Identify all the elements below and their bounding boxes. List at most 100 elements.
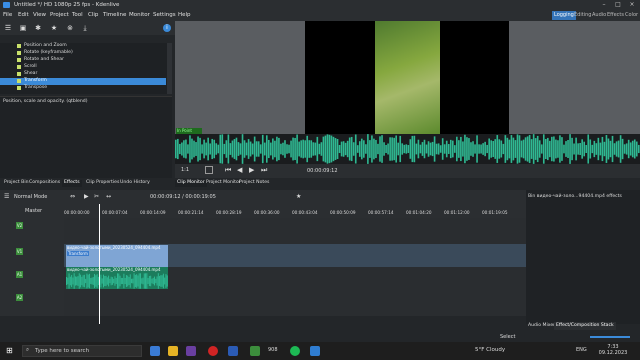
search-icon: ⌕ xyxy=(26,347,30,353)
zoom-select[interactable]: 1:1 xyxy=(181,167,189,173)
tab-audio-mixer[interactable]: Audio Mixer xyxy=(526,322,557,330)
taskview-icon[interactable] xyxy=(150,346,160,356)
zoom-slider[interactable] xyxy=(590,336,630,338)
master-label: Master xyxy=(25,208,43,214)
info-icon[interactable]: i xyxy=(163,24,171,32)
minimize-icon[interactable]: – xyxy=(598,1,610,9)
title-bar: Untitled */ HD 1080p 25 fps - Kdenlive –… xyxy=(0,0,640,10)
menu-help[interactable]: Help xyxy=(178,12,191,18)
clip-icon[interactable] xyxy=(205,166,213,174)
timeline-timecode[interactable]: 00:00:09:12 / 00:00:19:05 xyxy=(150,194,216,200)
timeline-ruler[interactable]: Master 00:00:00:00 00:00:07:04 00:00:14:09… xyxy=(0,204,526,218)
timeline-toolbar: ☰ Normal Mode ⇔ ▶ ✂ ↔ 00:00:09:12 / 00:0… xyxy=(0,190,526,204)
menu-settings[interactable]: Settings xyxy=(153,12,176,18)
tab-undo-history[interactable]: Undo History xyxy=(118,180,152,187)
tab-effect-stack[interactable]: Effect/Composition Stack xyxy=(554,322,616,330)
next-icon[interactable]: ⏭ xyxy=(261,166,267,175)
audio-clip[interactable]: видео-чай-золотыми_20230524_094404.mp4 xyxy=(66,267,168,289)
menu-monitor[interactable]: Monitor xyxy=(129,12,150,18)
app-icon[interactable] xyxy=(228,346,238,356)
prev-icon[interactable]: ⏮ xyxy=(225,166,231,175)
close-icon[interactable]: × xyxy=(626,1,638,9)
tab-clip-monitor[interactable]: Clip Monitor xyxy=(175,180,207,187)
video-clip[interactable]: видео-чай-золотыми_20230524_094404.mp4 T… xyxy=(66,245,168,267)
ruler-tick-label: 00:00:50:09 xyxy=(330,210,356,215)
select-label: Select xyxy=(500,334,516,340)
rewind-icon[interactable]: ◀ xyxy=(237,166,242,174)
menu-clip[interactable]: Clip xyxy=(88,12,98,18)
playhead[interactable] xyxy=(99,204,100,324)
clip-name: видео-чай-золотыми_20230524_094404.mp4 xyxy=(67,267,161,272)
kdenlive-taskbar-icon[interactable] xyxy=(310,346,320,356)
right-tabs: Clip Monitor Project Monitor Project Not… xyxy=(175,180,475,187)
app-icon[interactable] xyxy=(250,346,260,356)
clip-name: видео-чай-золотыми_20230524_094404.mp4 xyxy=(67,245,161,250)
weather[interactable]: 5°F Cloudy xyxy=(475,347,505,353)
clip-waveform xyxy=(66,273,168,289)
main-toolbar: ☰ ▣ ✱ ★ ⊗ ⤓ i xyxy=(0,21,175,35)
app-icon[interactable] xyxy=(290,346,300,356)
timeline-tracks: V2 V1 видео-чай-золотыми_20230524_094404… xyxy=(0,218,526,324)
ruler-tick-label: 00:00:00:00 xyxy=(64,210,90,215)
effect-item[interactable]: Scroll xyxy=(0,64,166,71)
effect-stack-panel: Bin видео-чай-золо...94404.mp4 effects A… xyxy=(526,190,640,330)
ruler-tick-label: 00:01:19:05 xyxy=(482,210,508,215)
razor-icon[interactable]: ✂ xyxy=(94,193,99,200)
language[interactable]: ENG xyxy=(576,347,587,353)
window-title: Untitled */ HD 1080p 25 fps - Kdenlive xyxy=(14,2,120,8)
app-icon[interactable] xyxy=(186,346,196,356)
effect-item[interactable]: Rotate (keyframable) xyxy=(0,50,166,57)
select-tool-icon[interactable]: ▶ xyxy=(84,193,89,200)
effect-item[interactable]: Rotate and Shear xyxy=(0,57,166,64)
monitor-timecode[interactable]: 00:00:09:12 xyxy=(307,168,338,174)
taskbar-search[interactable]: ⌕ Type here to search xyxy=(22,345,142,357)
favorite-icon[interactable]: ★ xyxy=(296,193,301,200)
tab-clip-properties[interactable]: Clip Properties xyxy=(84,180,121,187)
opera-icon[interactable] xyxy=(208,346,218,356)
track-label[interactable]: A1 xyxy=(16,271,23,278)
save-icon[interactable]: ▣ xyxy=(19,24,27,32)
effect-item[interactable]: Transpose xyxy=(0,85,166,92)
download-icon[interactable]: ⤓ xyxy=(81,24,89,32)
tab-compositions[interactable]: Compositions xyxy=(27,180,62,187)
tab-project-notes[interactable]: Project Notes xyxy=(237,180,271,187)
ruler-tick-label: 00:00:57:14 xyxy=(368,210,394,215)
effects-scrollbar[interactable] xyxy=(167,43,172,94)
track-label[interactable]: A2 xyxy=(16,294,23,301)
mode-select[interactable]: Normal Mode xyxy=(14,194,47,200)
effect-item-selected[interactable]: Transform xyxy=(0,78,166,85)
menu-tool[interactable]: Tool xyxy=(72,12,83,18)
split-icon[interactable]: ⇔ xyxy=(70,193,75,200)
ruler-tick-label: 00:00:14:09 xyxy=(140,210,166,215)
windows-start-icon[interactable]: ⊞ xyxy=(6,346,15,355)
menu-timeline[interactable]: Timeline xyxy=(103,12,126,18)
tab-effects[interactable]: Effects xyxy=(62,180,82,187)
effect-item[interactable]: Shear xyxy=(0,71,166,78)
menu-edit[interactable]: Edit xyxy=(18,12,29,18)
monitor-controls: 1:1 ⏮ ◀ ▶ ⏭ 00:00:09:12 xyxy=(175,164,640,178)
effects-icon[interactable]: ✱ xyxy=(34,24,42,32)
track-label[interactable]: V2 xyxy=(16,222,23,229)
track-a2: A2 xyxy=(0,290,526,316)
menu-icon[interactable]: ☰ xyxy=(4,24,12,32)
kdenlive-icon xyxy=(3,2,10,8)
layout-color[interactable]: Color xyxy=(623,11,640,20)
menu-icon[interactable]: ☰ xyxy=(4,193,9,200)
play-icon[interactable]: ▶ xyxy=(249,166,254,174)
ruler-tick-label: 00:01:12:00 xyxy=(444,210,470,215)
maximize-icon[interactable]: □ xyxy=(612,1,624,9)
explorer-icon[interactable] xyxy=(168,346,178,356)
render-icon[interactable]: ⊗ xyxy=(66,24,74,32)
status-bar: Select xyxy=(0,332,640,342)
star-icon[interactable]: ★ xyxy=(50,24,58,32)
spacer-icon[interactable]: ↔ xyxy=(106,193,111,200)
video-frame[interactable] xyxy=(375,21,440,134)
menu-project[interactable]: Project xyxy=(50,12,69,18)
effect-item[interactable]: Position and Zoom xyxy=(0,43,166,50)
menu-file[interactable]: File xyxy=(3,12,12,18)
ruler-tick-label: 00:00:43:04 xyxy=(292,210,318,215)
ruler-tick-label: 00:00:21:14 xyxy=(178,210,204,215)
clock[interactable]: 7:33 09.12.2023 xyxy=(598,344,628,356)
track-label[interactable]: V1 xyxy=(16,248,23,255)
menu-view[interactable]: View xyxy=(33,12,46,18)
